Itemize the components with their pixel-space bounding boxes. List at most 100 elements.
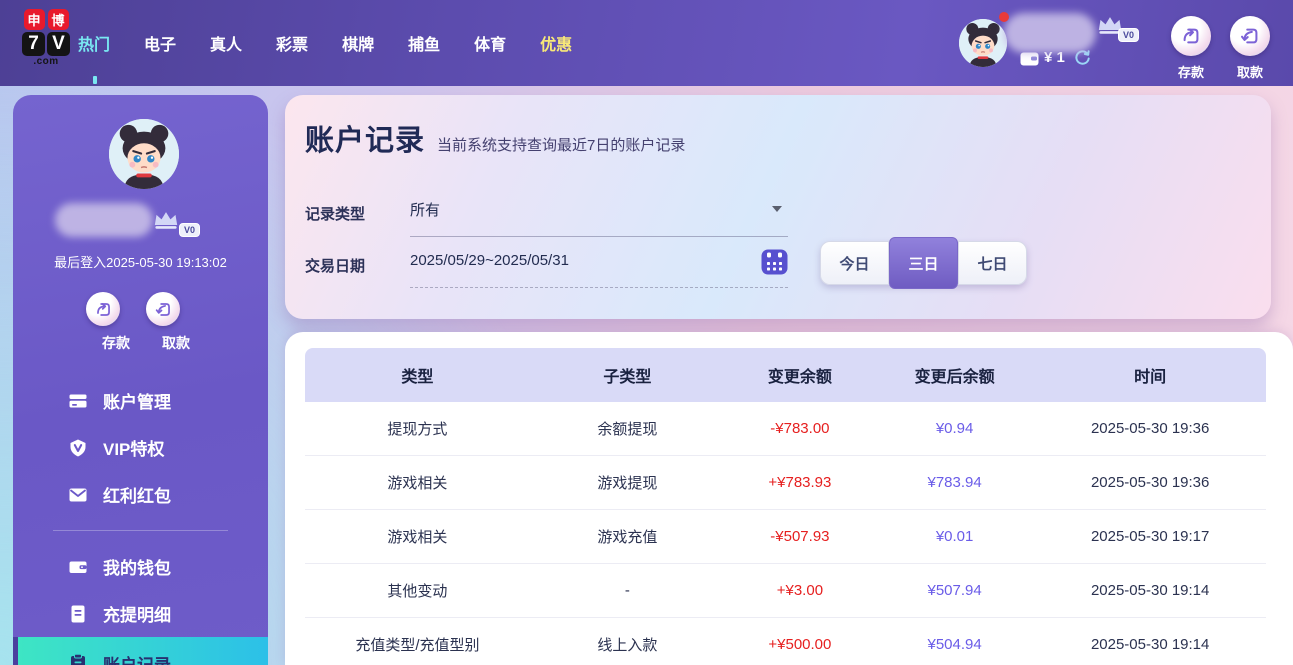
withdraw-button[interactable] bbox=[146, 292, 180, 326]
sidebar-item-label: VIP特权 bbox=[103, 440, 165, 459]
cell-time: 2025-05-30 19:36 bbox=[1090, 420, 1210, 437]
card-icon bbox=[69, 394, 87, 407]
sidebar-item-label: 账户管理 bbox=[103, 393, 171, 412]
logo-badges: 申 博 bbox=[18, 9, 74, 30]
nav-item-live[interactable]: 真人 bbox=[210, 31, 242, 55]
sidebar-item-deposit-withdraw-details[interactable]: 充提明细 bbox=[13, 590, 268, 637]
withdraw-arrow-icon bbox=[154, 300, 173, 319]
blurred-username bbox=[1004, 13, 1096, 53]
nav-item-cards[interactable]: 棋牌 bbox=[342, 31, 374, 55]
chevron-down-icon bbox=[772, 206, 782, 212]
sidebar-item-my-wallet[interactable]: 我的钱包 bbox=[13, 543, 268, 590]
clipboard-icon bbox=[71, 653, 85, 665]
cell-change-amount: +¥500.00 bbox=[768, 636, 832, 653]
avatar-image bbox=[959, 19, 1007, 67]
nav-item-hot[interactable]: 热门 bbox=[78, 31, 110, 55]
logo-badge-1: 申 bbox=[23, 9, 45, 30]
cell-type: 游戏相关 bbox=[387, 529, 448, 546]
page-title: 账户记录 bbox=[305, 125, 426, 157]
deposit-arrow-icon bbox=[1180, 25, 1202, 47]
envelope-icon bbox=[69, 488, 87, 501]
range-button-three-days[interactable]: 三日 bbox=[889, 237, 958, 289]
cell-after-balance: ¥0.01 bbox=[935, 528, 974, 545]
transaction-date-value: 2025/05/29~2025/05/31 bbox=[410, 252, 569, 269]
range-button-seven-days[interactable]: 七日 bbox=[958, 241, 1027, 285]
nav-item-fishing[interactable]: 捕鱼 bbox=[408, 31, 440, 55]
cell-type: 其他变动 bbox=[387, 583, 448, 600]
header-type: 类型 bbox=[401, 369, 434, 386]
logo-letters: 7 V bbox=[18, 32, 74, 56]
cell-type: 提现方式 bbox=[387, 421, 448, 438]
document-icon bbox=[71, 605, 85, 622]
deposit-button[interactable] bbox=[86, 292, 120, 326]
sidebar-item-bonus-redpacket[interactable]: 红利红包 bbox=[13, 471, 268, 518]
withdraw-arrow-icon bbox=[1239, 25, 1261, 47]
cell-after-balance: ¥507.94 bbox=[927, 582, 982, 599]
header-after-balance: 变更后余额 bbox=[914, 369, 995, 386]
header-time: 时间 bbox=[1134, 369, 1167, 386]
deposit-arrow-icon bbox=[94, 300, 113, 319]
sidebar-item-label: 账户记录 bbox=[103, 655, 171, 665]
sidebar-item-vip-privileges[interactable]: VIP特权 bbox=[13, 424, 268, 471]
nav-item-slots[interactable]: 电子 bbox=[144, 31, 176, 55]
deposit-button[interactable] bbox=[1171, 16, 1211, 56]
vip-level-badge: V0 bbox=[179, 223, 201, 237]
account-records-page: 申 博 7 V .com 热门 电子 真人 彩票 棋牌 捕鱼 体育 优惠 V0 bbox=[0, 0, 1293, 665]
table-row: 游戏相关 游戏充值 -¥507.93 ¥0.01 2025-05-30 19:1… bbox=[305, 510, 1266, 564]
table-header-row: 类型 子类型 变更余额 变更后余额 时间 bbox=[305, 348, 1266, 402]
logo-com: .com bbox=[33, 56, 59, 67]
cell-change-amount: +¥3.00 bbox=[776, 582, 824, 599]
sidebar-item-label: 我的钱包 bbox=[103, 559, 171, 578]
records-table: 类型 子类型 变更余额 变更后余额 时间 提现方式 余额提现 -¥783.00 … bbox=[305, 348, 1266, 665]
sidebar-menu: 账户管理 VIP特权 红利红包 我的钱包 充提明细 账户记录 bbox=[13, 377, 268, 665]
header-change: 变更余额 bbox=[767, 369, 832, 386]
transaction-date-label: 交易日期 bbox=[305, 258, 366, 275]
cell-subtype: 线上入款 bbox=[597, 637, 658, 654]
withdraw-button-label: 取款 bbox=[162, 335, 190, 351]
sidebar-item-account-records[interactable]: 账户记录 bbox=[13, 637, 268, 665]
cell-time: 2025-05-30 19:36 bbox=[1090, 474, 1210, 491]
record-type-select[interactable]: 所有 bbox=[410, 199, 788, 237]
logo-badge-2: 博 bbox=[47, 9, 69, 30]
calendar-icon[interactable] bbox=[761, 248, 788, 275]
table-body: 提现方式 余额提现 -¥783.00 ¥0.94 2025-05-30 19:3… bbox=[305, 402, 1266, 665]
top-navbar: 申 博 7 V .com 热门 电子 真人 彩票 棋牌 捕鱼 体育 优惠 V0 bbox=[0, 0, 1293, 86]
sidebar-item-label: 充提明细 bbox=[103, 606, 171, 625]
notification-dot bbox=[999, 12, 1009, 22]
nav-item-promo[interactable]: 优惠 bbox=[540, 31, 572, 55]
cell-after-balance: ¥0.94 bbox=[935, 420, 974, 437]
cell-time: 2025-05-30 19:14 bbox=[1090, 582, 1210, 599]
table-row: 充值类型/充值型别 线上入款 +¥500.00 ¥504.94 2025-05-… bbox=[305, 618, 1266, 665]
transaction-date-field[interactable]: 2025/05/29~2025/05/31 bbox=[410, 249, 788, 288]
active-tab-indicator bbox=[93, 76, 97, 84]
logo-letter-v: V bbox=[47, 32, 70, 56]
cell-change-amount: -¥783.00 bbox=[770, 420, 830, 437]
avatar-image bbox=[109, 119, 179, 189]
record-type-label: 记录类型 bbox=[305, 206, 366, 223]
cell-change-amount: +¥783.93 bbox=[768, 474, 832, 491]
cell-subtype: 余额提现 bbox=[597, 421, 658, 438]
vip-icon bbox=[70, 439, 86, 456]
nav-item-lottery[interactable]: 彩票 bbox=[276, 31, 308, 55]
cell-type: 充值类型/充值型别 bbox=[355, 637, 480, 654]
header-subtype: 子类型 bbox=[603, 369, 652, 386]
table-row: 游戏相关 游戏提现 +¥783.93 ¥783.94 2025-05-30 19… bbox=[305, 456, 1266, 510]
vip-crown-icon bbox=[152, 211, 180, 230]
page-title-row: 账户记录 当前系统支持查询最近7日的账户记录 bbox=[305, 117, 685, 159]
cell-change-amount: -¥507.93 bbox=[770, 528, 830, 545]
vip-level-badge: V0 bbox=[1118, 28, 1140, 42]
main-menu: 热门 电子 真人 彩票 棋牌 捕鱼 体育 优惠 bbox=[78, 0, 572, 86]
cell-subtype: 游戏充值 bbox=[597, 529, 658, 546]
nav-item-sports[interactable]: 体育 bbox=[474, 31, 506, 55]
range-button-today[interactable]: 今日 bbox=[820, 241, 889, 285]
table-row: 提现方式 余额提现 -¥783.00 ¥0.94 2025-05-30 19:3… bbox=[305, 402, 1266, 456]
withdraw-button[interactable] bbox=[1230, 16, 1270, 56]
cell-time: 2025-05-30 19:17 bbox=[1090, 528, 1210, 545]
records-table-panel: 类型 子类型 变更余额 变更后余额 时间 提现方式 余额提现 -¥783.00 … bbox=[285, 332, 1293, 665]
record-type-value: 所有 bbox=[410, 202, 441, 219]
brand-logo[interactable]: 申 博 7 V .com bbox=[18, 9, 74, 67]
user-avatar[interactable] bbox=[959, 19, 1007, 67]
sidebar-item-account-management[interactable]: 账户管理 bbox=[13, 377, 268, 424]
table-row: 其他变动 - +¥3.00 ¥507.94 2025-05-30 19:14 bbox=[305, 564, 1266, 618]
cell-time: 2025-05-30 19:14 bbox=[1090, 636, 1210, 653]
